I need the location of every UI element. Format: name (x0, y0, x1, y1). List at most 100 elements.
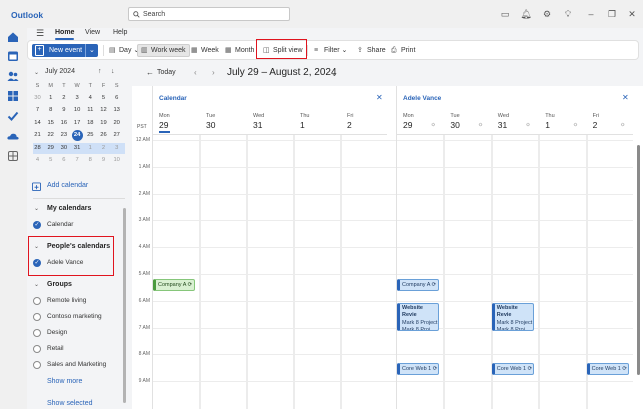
mini-calendar-day[interactable]: 16 (58, 118, 69, 129)
day-header[interactable]: Thu 1 (545, 113, 554, 130)
mini-calendar-day[interactable]: 7 (72, 155, 83, 166)
mini-calendar-day[interactable]: 22 (45, 130, 56, 141)
search-box[interactable]: Search (128, 7, 290, 21)
mini-calendar-day[interactable]: 8 (85, 155, 96, 166)
radio-button[interactable] (33, 313, 41, 321)
people-icon[interactable] (7, 70, 19, 82)
close-icon[interactable]: ✕ (626, 8, 638, 20)
sidebar-scrollbar[interactable] (123, 208, 126, 403)
my-calendars-heading[interactable]: My calendars (47, 205, 91, 212)
show-selected-link[interactable]: Show selected (47, 400, 93, 407)
chevron-down-icon[interactable]: ⌄ (34, 281, 39, 288)
mini-calendar-day[interactable]: 3 (111, 143, 122, 154)
mini-calendar-day[interactable]: 10 (72, 105, 83, 116)
close-icon[interactable]: ✕ (376, 93, 383, 102)
settings-icon[interactable]: ⚙ (541, 8, 553, 20)
lightbulb-icon[interactable]: 💡︎ (562, 8, 574, 20)
mini-calendar-day[interactable]: 12 (98, 105, 109, 116)
week-button[interactable]: ▦ Week (188, 44, 222, 57)
mini-calendar-day[interactable]: 14 (32, 118, 43, 129)
previous-week-icon[interactable]: ‹ (194, 68, 197, 77)
mini-calendar-day[interactable]: 7 (32, 105, 43, 116)
tab-home[interactable]: Home (55, 29, 75, 40)
calendar-event[interactable]: Website Revie Mark 8 Project Mark 8 Proj (397, 302, 439, 331)
close-icon[interactable]: ✕ (622, 93, 629, 102)
group-item[interactable]: Remote living (47, 297, 86, 304)
restore-icon[interactable]: ❐ (606, 8, 618, 20)
mini-calendar-day[interactable]: 11 (85, 105, 96, 116)
mini-calendar-day[interactable]: 2 (98, 143, 109, 154)
mini-calendar-day[interactable]: 4 (32, 155, 43, 166)
radio-button[interactable] (33, 297, 41, 305)
mini-calendar-day[interactable]: 20 (111, 118, 122, 129)
radio-button[interactable] (33, 345, 41, 353)
day-header[interactable]: Mon 29 (159, 113, 170, 133)
print-button[interactable]: ⎙ Print (388, 44, 418, 57)
apps-icon[interactable] (7, 150, 19, 162)
mini-calendar-day[interactable]: 23 (58, 130, 69, 141)
mini-calendar-day[interactable]: 5 (45, 155, 56, 166)
mini-calendar-day[interactable]: 30 (58, 143, 69, 154)
checkmark-icon[interactable]: ✓ (33, 221, 41, 229)
mini-calendar-day[interactable]: 8 (45, 105, 56, 116)
share-button[interactable]: ⇪ Share (354, 44, 389, 57)
search-placeholder[interactable]: Search (143, 11, 165, 18)
groups-heading[interactable]: Groups (47, 281, 72, 288)
mini-calendar-day[interactable]: 1 (85, 143, 96, 154)
group-item[interactable]: Retail (47, 345, 64, 352)
present-icon[interactable]: ▭ (499, 8, 511, 20)
home-icon[interactable] (7, 31, 19, 43)
bell-icon[interactable]: 🔔︎ (520, 8, 532, 20)
mini-calendar-day[interactable]: 28 (32, 143, 43, 154)
calendar-scrollbar[interactable] (637, 145, 640, 375)
mini-calendar-day[interactable]: 25 (85, 130, 96, 141)
mini-calendar-day[interactable]: 6 (111, 93, 122, 104)
mini-calendar-day[interactable]: 9 (98, 155, 109, 166)
mini-calendar-day[interactable]: 29 (45, 143, 56, 154)
day-header[interactable]: Thu 1 (300, 113, 309, 130)
month-button[interactable]: ▦ Month (222, 44, 257, 57)
mini-calendar-day[interactable]: 21 (32, 130, 43, 141)
calendar-event[interactable]: Core Web 1 ⟳ (586, 363, 629, 376)
mini-calendar-day[interactable]: 2 (58, 93, 69, 104)
mini-calendar-day[interactable]: 13 (111, 105, 122, 116)
calendar-event[interactable]: Core Web 1 ⟳ (491, 363, 534, 376)
mini-calendar-day[interactable]: 9 (58, 105, 69, 116)
mini-calendar-day[interactable]: 10 (111, 155, 122, 166)
day-header[interactable]: Fri 2 (347, 113, 353, 130)
mini-calendar-day[interactable]: 15 (45, 118, 56, 129)
tab-help[interactable]: Help (113, 29, 127, 36)
add-calendar-link[interactable]: Add calendar (47, 182, 88, 189)
chevron-down-icon[interactable]: ⌄ (34, 69, 39, 76)
day-header[interactable]: Mon 29 (403, 113, 414, 130)
calendar-item[interactable]: Calendar (47, 221, 73, 228)
mini-calendar-day[interactable]: 1 (45, 93, 56, 104)
group-item[interactable]: Contoso marketing (47, 313, 102, 320)
minimize-icon[interactable]: – (585, 8, 597, 20)
day-header[interactable]: Fri 2 (593, 113, 599, 130)
calendar-icon[interactable] (7, 50, 19, 62)
group-item[interactable]: Design (47, 329, 67, 336)
arrow-down-icon[interactable]: ↓ (111, 68, 115, 75)
day-header[interactable]: Wed 31 (498, 113, 509, 130)
date-range-label[interactable]: July 29 – August 2, 2024 (227, 67, 337, 78)
hamburger-icon[interactable]: ☰ (36, 28, 44, 39)
mini-calendar-day[interactable]: 17 (72, 118, 83, 129)
tab-view[interactable]: View (85, 29, 100, 36)
mini-calendar-day[interactable]: 27 (111, 130, 122, 141)
mini-calendar-day[interactable]: 19 (98, 118, 109, 129)
chevron-down-icon[interactable]: ⌄ (89, 46, 95, 54)
day-header[interactable]: Tue 30 (206, 113, 215, 130)
mini-calendar-day[interactable]: 3 (72, 93, 83, 104)
day-header[interactable]: Wed 31 (253, 113, 264, 130)
mini-calendar-day[interactable]: 26 (98, 130, 109, 141)
new-event-button[interactable]: + New event ⌄ (32, 44, 98, 57)
work-week-button[interactable]: ▥ Work week (137, 44, 190, 57)
mini-calendar-day[interactable]: 6 (58, 155, 69, 166)
mini-calendar-today[interactable]: 24 (71, 130, 83, 142)
calendar-event[interactable]: Website Revie Mark 8 Project Mark 8 Proj (491, 302, 534, 331)
next-week-icon[interactable]: › (212, 68, 215, 77)
todo-icon[interactable] (7, 110, 19, 122)
radio-button[interactable] (33, 329, 41, 337)
mini-calendar-day[interactable]: 30 (32, 93, 43, 104)
